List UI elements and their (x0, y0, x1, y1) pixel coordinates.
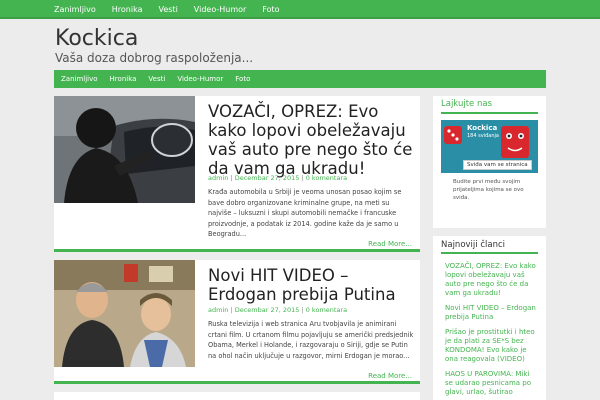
post-title[interactable]: Novi HIT VIDEO – Erdogan prebija Putina (208, 266, 418, 304)
mainnav-foto[interactable]: Foto (230, 70, 257, 88)
post-meta: admin | Decembar 27, 2015 | 0 komentara (208, 306, 348, 314)
post-excerpt: Ruska televizija i web stranica Aru tvob… (208, 320, 414, 360)
site-title[interactable]: Kockica (55, 26, 138, 51)
widget-title-underline (441, 112, 538, 114)
facebook-widget: Lajkujte nas Kockica 184 sviđanja Sviđa … (433, 96, 546, 228)
latest-post-link[interactable]: Novi HIT VIDEO – Erdogan prebija Putina (445, 304, 537, 322)
facebook-page-box[interactable]: Kockica 184 sviđanja Sviđa vam se strani… (441, 120, 538, 173)
main-navigation: Zanimljivo Hronika Vesti Video-Humor Fot… (54, 70, 546, 88)
mainnav-zanimljivo[interactable]: Zanimljivo (56, 70, 105, 88)
latest-post-link[interactable]: Prišao je prostitutki i hteo je da plati… (445, 328, 537, 364)
latest-posts-list: VOZAČI, OPREZ: Evo kako lopovi obeležava… (445, 262, 537, 400)
facebook-like-button[interactable]: Sviđa vam se stranica (463, 160, 532, 170)
post-thumbnail-cartoon[interactable] (54, 260, 195, 367)
post-comments[interactable]: 0 komentara (306, 174, 347, 182)
post-title[interactable]: VOZAČI, OPREZ: Evo kako lopovi obeležava… (208, 102, 418, 178)
mainnav-hronika[interactable]: Hronika (105, 70, 144, 88)
read-more-link[interactable]: Read More... (368, 240, 412, 248)
facebook-like-count: 184 sviđanja (467, 133, 499, 139)
latest-post-link[interactable]: HAOS U PAROVIMA: Miki se udarao pesnicam… (445, 370, 537, 397)
topnav-hronika[interactable]: Hronika (104, 0, 151, 17)
topnav-vesti[interactable]: Vesti (150, 0, 185, 17)
latest-posts-widget: Najnoviji članci VOZAČI, OPREZ: Evo kako… (433, 236, 546, 400)
post-date[interactable]: Decembar 27, 2015 (235, 174, 300, 182)
post-card (54, 392, 420, 400)
post-thumbnail-car-thief[interactable] (54, 96, 195, 203)
post-excerpt: Krađa automobila u Srbiji je veoma unosa… (208, 188, 402, 238)
mainnav-video-humor[interactable]: Video-Humor (172, 70, 230, 88)
topnav-zanimljivo[interactable]: Zanimljivo (50, 0, 104, 17)
widget-title-underline (441, 252, 538, 254)
latest-post-link[interactable]: VOZAČI, OPREZ: Evo kako lopovi obeležava… (445, 262, 537, 298)
widget-title: Lajkujte nas (441, 99, 493, 109)
topnav-video-humor[interactable]: Video-Humor (186, 0, 255, 17)
post-comments[interactable]: 0 komentara (306, 306, 347, 314)
topnav-foto[interactable]: Foto (254, 0, 287, 17)
read-more-link[interactable]: Read More... (368, 372, 412, 380)
facebook-friends-text: Budite prvi među svojim prijateljima koj… (453, 179, 524, 201)
post-card: Novi HIT VIDEO – Erdogan prebija Putina … (54, 260, 420, 384)
widget-title: Najnoviji članci (441, 240, 505, 250)
post-card: VOZAČI, OPREZ: Evo kako lopovi obeležava… (54, 96, 420, 252)
post-author[interactable]: admin (208, 174, 228, 182)
post-date[interactable]: Decembar 27, 2015 (235, 306, 300, 314)
facebook-page-name[interactable]: Kockica (467, 124, 497, 132)
post-meta: admin | Decembar 27, 2015 | 0 komentara (208, 174, 348, 182)
site-description: Vaša doza dobrog raspoloženja... (55, 51, 254, 65)
post-author[interactable]: admin (208, 306, 228, 314)
top-navigation: Zanimljivo Hronika Vesti Video-Humor Fot… (0, 0, 600, 19)
mainnav-vesti[interactable]: Vesti (143, 70, 172, 88)
